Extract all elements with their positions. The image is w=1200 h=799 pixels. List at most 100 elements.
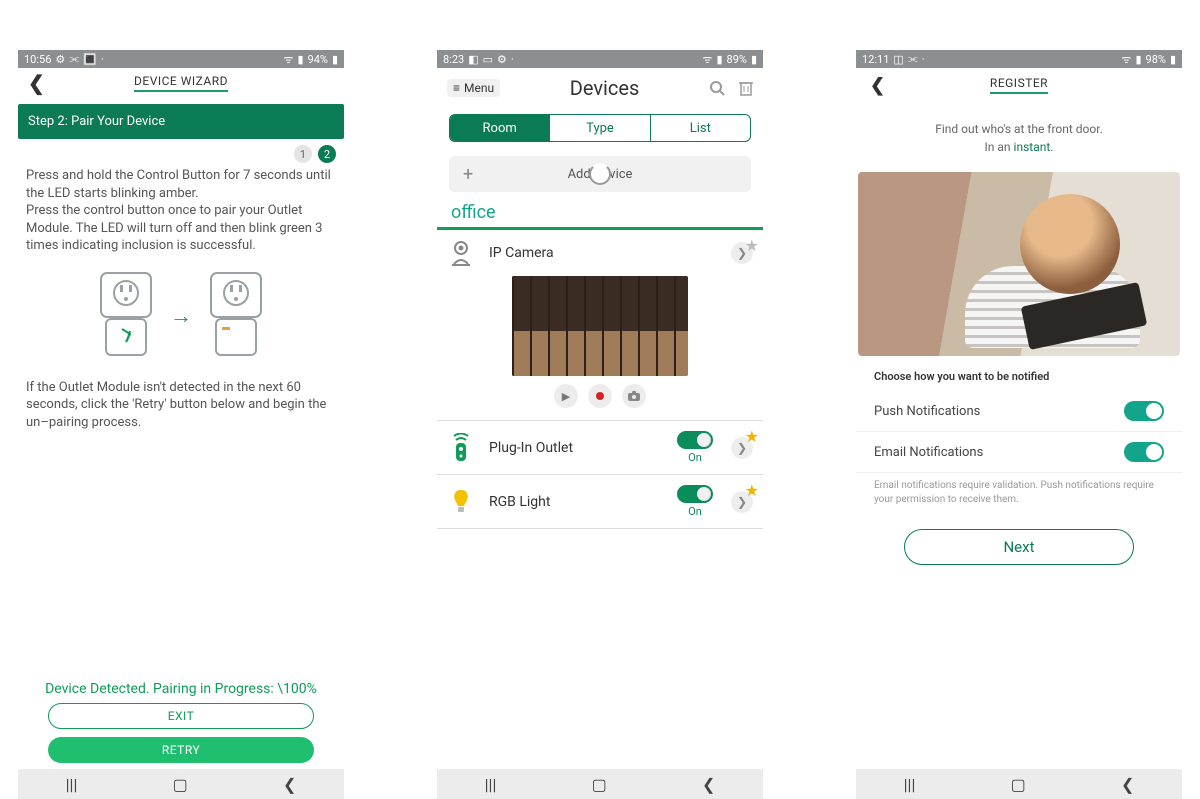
status-bar: 10:56 ⚙ ⫘ 🔳 · ᯤ ▮ 94% ▮	[18, 50, 344, 68]
status-bar: 12:11 ◫ ⫘ · ᯤ ▮ 98% ▮	[856, 50, 1182, 68]
battery-text: 94%	[308, 53, 328, 66]
view-segmented-control: Room Type List	[449, 114, 751, 142]
step-banner-text: Step 2: Pair Your Device	[28, 114, 165, 129]
link-status-icon: ⫘	[69, 52, 79, 66]
device-name: RGB Light	[489, 494, 663, 510]
wifi-icon: ᯤ	[702, 52, 712, 67]
device-row-outlet[interactable]: ★ Plug-In Outlet On ❯	[437, 421, 763, 475]
instructions: Press and hold the Control Button for 7 …	[18, 163, 344, 259]
camera-preview[interactable]	[512, 276, 688, 376]
gear-status-icon: ⚙	[55, 53, 65, 66]
signal-icon: ▮	[716, 53, 722, 66]
tab-type[interactable]: Type	[549, 115, 649, 141]
back-button[interactable]: ❮	[1121, 775, 1134, 794]
signal-icon: ▮	[1135, 53, 1141, 66]
menu-button[interactable]: ≡ Menu	[447, 79, 500, 97]
signal-icon: ▮	[297, 53, 303, 66]
card-status-icon: ▭	[483, 53, 493, 66]
back-button[interactable]: ❮	[702, 775, 715, 794]
email-toggle[interactable]	[1124, 442, 1164, 462]
android-nav-bar: ||| ▢ ❮	[856, 769, 1182, 799]
tab-room[interactable]: Room	[450, 115, 549, 141]
device-name: IP Camera	[489, 245, 717, 261]
battery-icon: ▮	[1170, 53, 1176, 66]
more-status-icon: ·	[922, 53, 925, 66]
power-toggle[interactable]	[677, 431, 713, 449]
hamburger-icon: ≡	[453, 81, 460, 95]
hero-image	[858, 172, 1180, 356]
wifi-icon: ᯤ	[1121, 52, 1131, 67]
power-toggle[interactable]	[677, 485, 713, 503]
battery-icon: ▮	[751, 53, 757, 66]
recent-apps-button[interactable]: |||	[66, 775, 78, 794]
favorite-star-icon[interactable]: ★	[745, 481, 759, 500]
home-button[interactable]: ▢	[173, 775, 188, 794]
gear-status-icon: ⚙	[497, 53, 507, 66]
loading-spinner-icon	[589, 163, 611, 185]
app-header: ❮ DEVICE WIZARD	[18, 68, 344, 98]
next-button[interactable]: Next	[904, 529, 1134, 565]
room-heading: office	[437, 192, 763, 230]
pairing-status: Device Detected. Pairing in Progress: \1…	[18, 631, 344, 697]
android-nav-bar: ||| ▢ ❮	[437, 769, 763, 799]
phone-devices-list: 8:23 ◧ ▭ ⚙ · ᯤ ▮ 89% ▮ ≡ Menu Devices	[437, 50, 763, 799]
recent-apps-button[interactable]: |||	[904, 775, 916, 794]
battery-icon: ▮	[332, 53, 338, 66]
back-icon[interactable]: ❮	[28, 71, 45, 95]
device-row-camera[interactable]: ★ IP Camera ❯	[437, 230, 763, 276]
status-time: 10:56	[24, 53, 51, 66]
back-icon[interactable]: ❮	[870, 75, 885, 96]
app-header: ≡ Menu Devices	[437, 68, 763, 108]
instruction-para-3: If the Outlet Module isn't detected in t…	[26, 380, 326, 430]
tagline: Find out who's at the front door. In an …	[856, 120, 1182, 156]
section-heading: Choose how you want to be notified	[856, 356, 1182, 391]
step-banner: Step 2: Pair Your Device	[18, 104, 344, 139]
bag-status-icon: 🔳	[83, 53, 97, 66]
camera-icon	[447, 240, 475, 266]
outlet-before-icon	[96, 271, 156, 361]
retry-button[interactable]: RETRY	[48, 737, 314, 763]
toggle-state-label: On	[688, 451, 702, 464]
battery-text: 89%	[727, 53, 747, 66]
device-name: Plug-In Outlet	[489, 440, 663, 456]
app-header: ❮ REGISTER	[856, 68, 1182, 102]
menu-label: Menu	[464, 81, 494, 95]
mail-status-icon: ◫	[893, 53, 903, 66]
phone-register: 12:11 ◫ ⫘ · ᯤ ▮ 98% ▮ ❮ REGISTER Find ou…	[856, 50, 1182, 799]
play-button[interactable]: ▶	[554, 384, 578, 408]
trash-icon[interactable]	[739, 80, 753, 96]
push-toggle[interactable]	[1124, 401, 1164, 421]
exit-button[interactable]: EXIT	[48, 703, 314, 729]
android-nav-bar: ||| ▢ ❮	[18, 769, 344, 799]
add-device-button[interactable]: + Add Device	[449, 156, 751, 192]
phone-device-wizard: 10:56 ⚙ ⫘ 🔳 · ᯤ ▮ 94% ▮ ❮ DEVICE WIZARD …	[18, 50, 344, 799]
email-notifications-row: Email Notifications	[856, 432, 1182, 473]
app-status-icon: ◧	[468, 53, 478, 66]
recent-apps-button[interactable]: |||	[485, 775, 497, 794]
snapshot-button[interactable]	[622, 384, 646, 408]
home-button[interactable]: ▢	[1011, 775, 1026, 794]
favorite-star-icon[interactable]: ★	[745, 236, 759, 255]
status-time: 8:23	[443, 53, 464, 66]
push-label: Push Notifications	[874, 404, 980, 419]
page-title: Devices	[570, 76, 640, 100]
header-title: REGISTER	[990, 76, 1048, 94]
more-status-icon: ·	[101, 53, 104, 66]
status-bar: 8:23 ◧ ▭ ⚙ · ᯤ ▮ 89% ▮	[437, 50, 763, 68]
header-title: DEVICE WIZARD	[134, 74, 228, 92]
outlet-after-icon	[206, 271, 266, 361]
back-button[interactable]: ❮	[283, 775, 296, 794]
record-button[interactable]	[588, 384, 612, 408]
search-icon[interactable]	[709, 80, 725, 96]
push-notifications-row: Push Notifications	[856, 391, 1182, 432]
tab-list[interactable]: List	[650, 115, 750, 141]
notification-footnote: Email notifications require validation. …	[856, 473, 1182, 507]
device-row-light[interactable]: ★ RGB Light On ❯	[437, 475, 763, 529]
status-time: 12:11	[862, 53, 889, 66]
favorite-star-icon[interactable]: ★	[745, 427, 759, 446]
toggle-state-label: On	[688, 505, 702, 518]
instruction-para-2: Press the control button once to pair yo…	[26, 203, 323, 253]
home-button[interactable]: ▢	[592, 775, 607, 794]
link-status-icon: ⫘	[908, 52, 918, 66]
battery-text: 98%	[1146, 53, 1166, 66]
